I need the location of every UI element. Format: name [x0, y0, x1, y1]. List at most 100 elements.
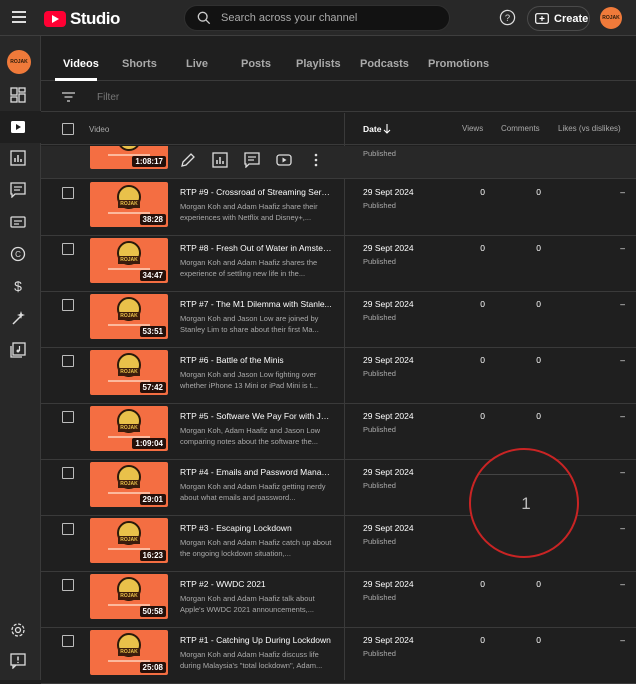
video-thumbnail[interactable]: ROJAK 50:58 [90, 574, 168, 619]
row-checkbox[interactable] [62, 355, 74, 367]
table-row[interactable]: ROJAK 57:42 RTP #6 - Battle of the Minis Mo… [41, 348, 636, 404]
video-thumbnail[interactable]: ROJAK 34:47 [90, 238, 168, 283]
search-input[interactable] [221, 6, 441, 30]
column-video: Video [89, 125, 110, 134]
likes-value: – [620, 243, 625, 253]
table-row[interactable]: ROJAK 1:09:04 RTP #5 - Software We Pay For… [41, 404, 636, 460]
video-title[interactable]: RTP #6 - Battle of the Minis [180, 355, 332, 365]
filter-input[interactable]: Filter [97, 92, 119, 103]
copyright-icon[interactable]: C [10, 246, 26, 262]
column-likes[interactable]: Likes (vs dislikes) [558, 124, 621, 133]
podcast-wordmark: ROJAK [118, 648, 140, 656]
comments-count: 0 [536, 635, 541, 645]
video-title[interactable]: RTP #4 - Emails and Password Manag... [180, 467, 332, 477]
menu-icon[interactable] [12, 11, 26, 23]
video-thumbnail[interactable]: ROJAK 57:42 [90, 350, 168, 395]
comments-count: 0 [536, 299, 541, 309]
row-checkbox[interactable] [62, 467, 74, 479]
tab-posts[interactable]: Posts [241, 58, 271, 70]
filter-icon[interactable] [62, 92, 75, 102]
audio-library-icon[interactable] [10, 342, 26, 358]
video-thumbnail[interactable]: ROJAK 1:09:04 [90, 406, 168, 451]
row-checkbox[interactable] [62, 187, 74, 199]
edit-details-icon[interactable] [180, 152, 196, 168]
comments-count: 0 [536, 355, 541, 365]
account-avatar[interactable]: ROJAK [600, 7, 622, 29]
video-title[interactable]: RTP #2 - WWDC 2021 [180, 579, 332, 589]
more-options-icon[interactable] [308, 152, 324, 168]
row-checkbox[interactable] [62, 579, 74, 591]
video-thumbnail[interactable]: 1:08:17 [90, 146, 168, 169]
help-icon[interactable]: ? [499, 9, 516, 26]
select-all-checkbox[interactable] [62, 123, 74, 135]
subtitles-icon[interactable] [10, 214, 26, 230]
column-comments[interactable]: Comments [501, 124, 540, 133]
earn-icon[interactable]: $ [10, 278, 26, 294]
filter-bar[interactable]: Filter [41, 82, 636, 112]
video-description: Morgan Koh and Adam Haafiz discuss life … [180, 650, 323, 670]
row-checkbox[interactable] [62, 411, 74, 423]
customization-icon[interactable] [10, 310, 26, 326]
comments-count: 0 [536, 243, 541, 253]
tab-shorts[interactable]: Shorts [122, 58, 157, 70]
table-row[interactable]: ROJAK 50:58 RTP #2 - WWDC 2021 Morgan Koh a… [41, 572, 636, 628]
video-title[interactable]: RTP #3 - Escaping Lockdown [180, 523, 332, 533]
tab-promotions[interactable]: Promotions [428, 58, 489, 70]
analytics-icon[interactable] [10, 150, 26, 166]
publish-date: 29 Sept 2024 [363, 187, 414, 197]
content-tabs: Videos Shorts Live Posts Playlists Podca… [41, 36, 636, 81]
video-description: Morgan Koh and Jason Low are joined by S… [180, 314, 319, 334]
tab-live[interactable]: Live [186, 58, 208, 70]
video-title[interactable]: RTP #8 - Fresh Out of Water in Amster... [180, 243, 332, 253]
visibility-status: Published [363, 649, 396, 658]
sort-down-icon[interactable] [383, 124, 391, 134]
video-description: Morgan Koh and Adam Haafiz getting nerdy… [180, 482, 326, 502]
view-on-youtube-icon[interactable] [276, 152, 292, 168]
row-checkbox[interactable] [62, 243, 74, 255]
tab-podcasts[interactable]: Podcasts [360, 58, 409, 70]
video-description: Morgan Koh and Adam Haafiz share their e… [180, 202, 318, 222]
comments-icon[interactable] [244, 152, 260, 169]
tab-videos[interactable]: Videos [63, 58, 99, 70]
content-icon[interactable] [10, 119, 26, 135]
table-row[interactable]: 1:08:17 Published [41, 146, 636, 179]
studio-logo[interactable]: Studio [44, 9, 120, 29]
video-thumbnail[interactable]: ROJAK 16:23 [90, 518, 168, 563]
publish-date: 29 Sept 2024 [363, 635, 414, 645]
comments-icon[interactable] [10, 182, 26, 198]
video-title[interactable]: RTP #9 - Crossroad of Streaming Servi... [180, 187, 332, 197]
column-views[interactable]: Views [462, 124, 483, 133]
table-row[interactable]: ROJAK 25:08 RTP #1 - Catching Up During Lo… [41, 628, 636, 684]
feedback-icon[interactable] [10, 653, 26, 669]
comments-count: 0 [536, 187, 541, 197]
views-count: 0 [480, 579, 485, 589]
table-row[interactable]: ROJAK 34:47 RTP #8 - Fresh Out of Water in… [41, 236, 636, 292]
video-description: Morgan Koh and Adam Haafiz talk about Ap… [180, 594, 315, 614]
tab-playlists[interactable]: Playlists [296, 58, 341, 70]
dashboard-icon[interactable] [10, 87, 26, 103]
table-row[interactable]: ROJAK 53:51 RTP #7 - The M1 Dilemma with S… [41, 292, 636, 348]
publish-date: 29 Sept 2024 [363, 523, 414, 533]
video-title[interactable]: RTP #1 - Catching Up During Lockdown [180, 635, 332, 645]
search-bar[interactable] [184, 5, 450, 31]
create-video-icon [535, 13, 549, 24]
video-title[interactable]: RTP #5 - Software We Pay For with Ja... [180, 411, 332, 421]
comments-count: 0 [536, 579, 541, 589]
video-thumbnail[interactable]: ROJAK 29:01 [90, 462, 168, 507]
video-thumbnail[interactable]: ROJAK 25:08 [90, 630, 168, 675]
video-duration: 1:08:17 [132, 156, 166, 167]
video-title[interactable]: RTP #7 - The M1 Dilemma with Stanle... [180, 299, 332, 309]
row-checkbox[interactable] [62, 299, 74, 311]
channel-avatar[interactable]: ROJAK [7, 50, 31, 74]
row-checkbox[interactable] [62, 523, 74, 535]
likes-value: – [620, 187, 625, 197]
video-thumbnail[interactable]: ROJAK 53:51 [90, 294, 168, 339]
create-button[interactable]: Create [527, 6, 590, 31]
row-checkbox[interactable] [62, 635, 74, 647]
column-date[interactable]: Date [363, 124, 381, 134]
settings-icon[interactable] [10, 622, 26, 638]
visibility-status: Published [363, 149, 396, 158]
video-thumbnail[interactable]: ROJAK 38:28 [90, 182, 168, 227]
analytics-icon[interactable] [212, 152, 228, 168]
table-row[interactable]: ROJAK 38:28 RTP #9 - Crossroad of Streamin… [41, 180, 636, 236]
